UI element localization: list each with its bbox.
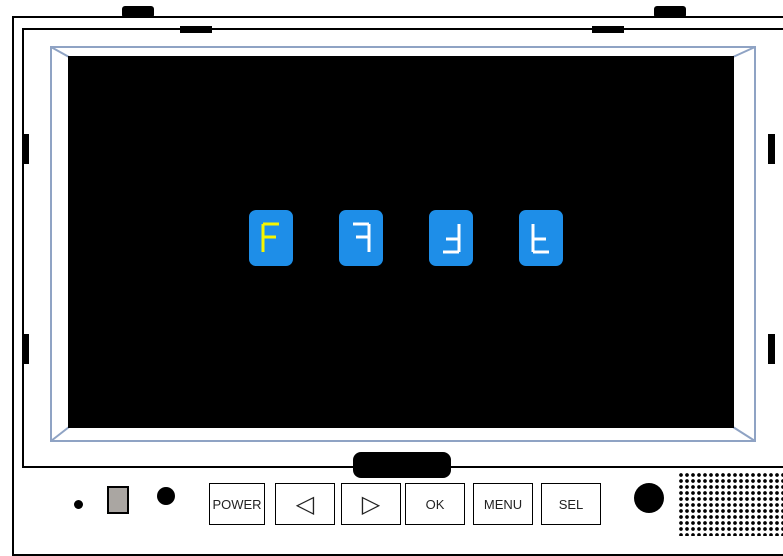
stand-slot	[353, 452, 451, 478]
letter-f-icon	[261, 222, 279, 252]
sel-button-label: SEL	[558, 496, 584, 512]
menu-button-label: MENU	[483, 496, 523, 512]
left-button[interactable]: ◁	[275, 483, 335, 525]
glyph-key-normal[interactable]	[249, 210, 293, 266]
letter-f-mirrored-icon	[353, 222, 371, 252]
letter-f-rotated-icon	[531, 224, 549, 254]
power-button[interactable]: POWER	[209, 483, 265, 525]
right-arrow-icon: ▷	[361, 490, 381, 518]
power-button-label: POWER	[212, 496, 262, 512]
ok-button-label: OK	[425, 496, 445, 512]
sensor-window	[107, 486, 129, 514]
right-button[interactable]: ▷	[341, 483, 401, 525]
left-arrow-icon: ◁	[295, 490, 315, 518]
control-knob[interactable]	[634, 483, 664, 513]
speaker-grille	[678, 472, 783, 536]
ok-button[interactable]: OK	[405, 483, 465, 525]
letter-f-upside-down-icon	[443, 224, 461, 254]
menu-button[interactable]: MENU	[473, 483, 533, 525]
glyph-key-rotated[interactable]	[519, 210, 563, 266]
display-screen	[68, 56, 734, 428]
indicator-dot	[157, 487, 175, 505]
indicator-led	[74, 500, 83, 509]
glyph-key-upside-down[interactable]	[429, 210, 473, 266]
glyph-key-mirrored[interactable]	[339, 210, 383, 266]
sel-button[interactable]: SEL	[541, 483, 601, 525]
